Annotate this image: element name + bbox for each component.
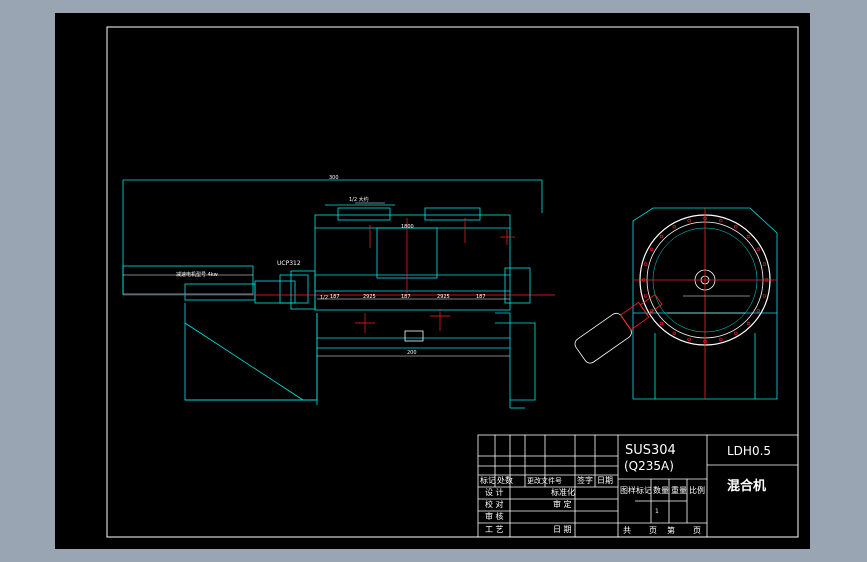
bolt-hole xyxy=(719,218,723,223)
stage-tuyang: 图样标记 xyxy=(620,485,652,495)
bolt-hole xyxy=(746,234,751,239)
bolt-hole xyxy=(672,331,676,335)
hdr-chushu: 处数 xyxy=(497,475,513,485)
dim-base: 200 xyxy=(407,350,417,356)
material-main: SUS304 xyxy=(625,443,676,458)
bolt-hole xyxy=(643,294,648,298)
side-motor xyxy=(574,294,663,364)
hdr-gengai: 更改文件号 xyxy=(527,476,562,485)
bolt-hole xyxy=(756,247,760,251)
bolt-hole xyxy=(762,262,767,266)
drive-motor xyxy=(122,265,254,295)
sheet-di: 第 xyxy=(667,525,675,535)
material-alt: (Q235A) xyxy=(624,459,674,473)
bolt-hole xyxy=(649,247,654,252)
dim-top-span: 1/2 大约 xyxy=(349,196,369,203)
role-shenhe: 审 核 xyxy=(485,511,504,521)
hdr-biaoji: 标记 xyxy=(480,475,496,485)
drawing-sheet: UCP312 减速电机型号 4kw 300 1/2 大约 1800 1/2 20… xyxy=(55,13,810,549)
front-centerlines xyxy=(355,218,515,333)
side-view xyxy=(574,207,778,400)
drawing-border xyxy=(106,26,799,538)
dim-seg-2: 2925 xyxy=(363,294,376,300)
sheet-ye1: 页 xyxy=(649,526,657,535)
hdr-riqi: 日期 xyxy=(597,476,613,485)
role-sheji: 设 计 xyxy=(485,487,504,497)
bolt-hole xyxy=(734,331,738,335)
bolt-hole xyxy=(746,321,751,326)
dim-seg-4: 2925 xyxy=(437,294,450,300)
approval-shending: 审 定 xyxy=(553,499,572,509)
role-gongyi: 工 艺 xyxy=(485,525,504,534)
cad-drawing: UCP312 减速电机型号 4kw 300 1/2 大约 1800 1/2 20… xyxy=(106,26,799,538)
role-jiaodui: 校 对 xyxy=(485,499,504,509)
approval-biaozhunhua: 标准化 xyxy=(551,487,575,497)
bolt-hole xyxy=(719,337,723,342)
drawing-name: 混合机 xyxy=(727,478,766,494)
hdr-qianzi: 签字 xyxy=(577,475,593,485)
stage-bili: 比例 xyxy=(689,485,705,495)
bolt-hole xyxy=(659,321,664,326)
bolt-hole xyxy=(643,262,648,266)
drawing-code: LDH0.5 xyxy=(727,444,771,458)
motor-label: 减速电机型号 4kw xyxy=(176,271,218,278)
dim-seg-1: 187 xyxy=(330,294,340,300)
title-block-text: SUS304 (Q235A) LDH0.5 混合机 标记 处数 更改文件号 签字… xyxy=(480,443,771,535)
dim-overall: 300 xyxy=(329,175,339,181)
bearing-label: UCP312 xyxy=(277,260,301,267)
dim-left: 1/2 xyxy=(320,295,328,301)
approval-riqi: 日 期 xyxy=(553,525,572,534)
dim-hatch: 1800 xyxy=(401,224,414,230)
dim-seg-5: 187 xyxy=(476,294,486,300)
sheet-gong: 共 xyxy=(623,526,631,535)
quantity-value: 1 xyxy=(655,508,659,515)
bolt-hole xyxy=(672,225,676,229)
stage-zhongliang: 重量 xyxy=(671,485,687,495)
bolt-hole xyxy=(756,309,760,313)
bolt-hole xyxy=(734,225,738,229)
sheet-ye2: 页 xyxy=(693,526,701,535)
stage-shuliang: 数量 xyxy=(653,485,669,495)
bolt-hole xyxy=(687,218,691,223)
bolt-hole xyxy=(659,234,664,239)
bolt-hole xyxy=(687,337,691,342)
bolt-hole xyxy=(762,294,767,298)
dim-seg-3: 187 xyxy=(401,294,411,300)
